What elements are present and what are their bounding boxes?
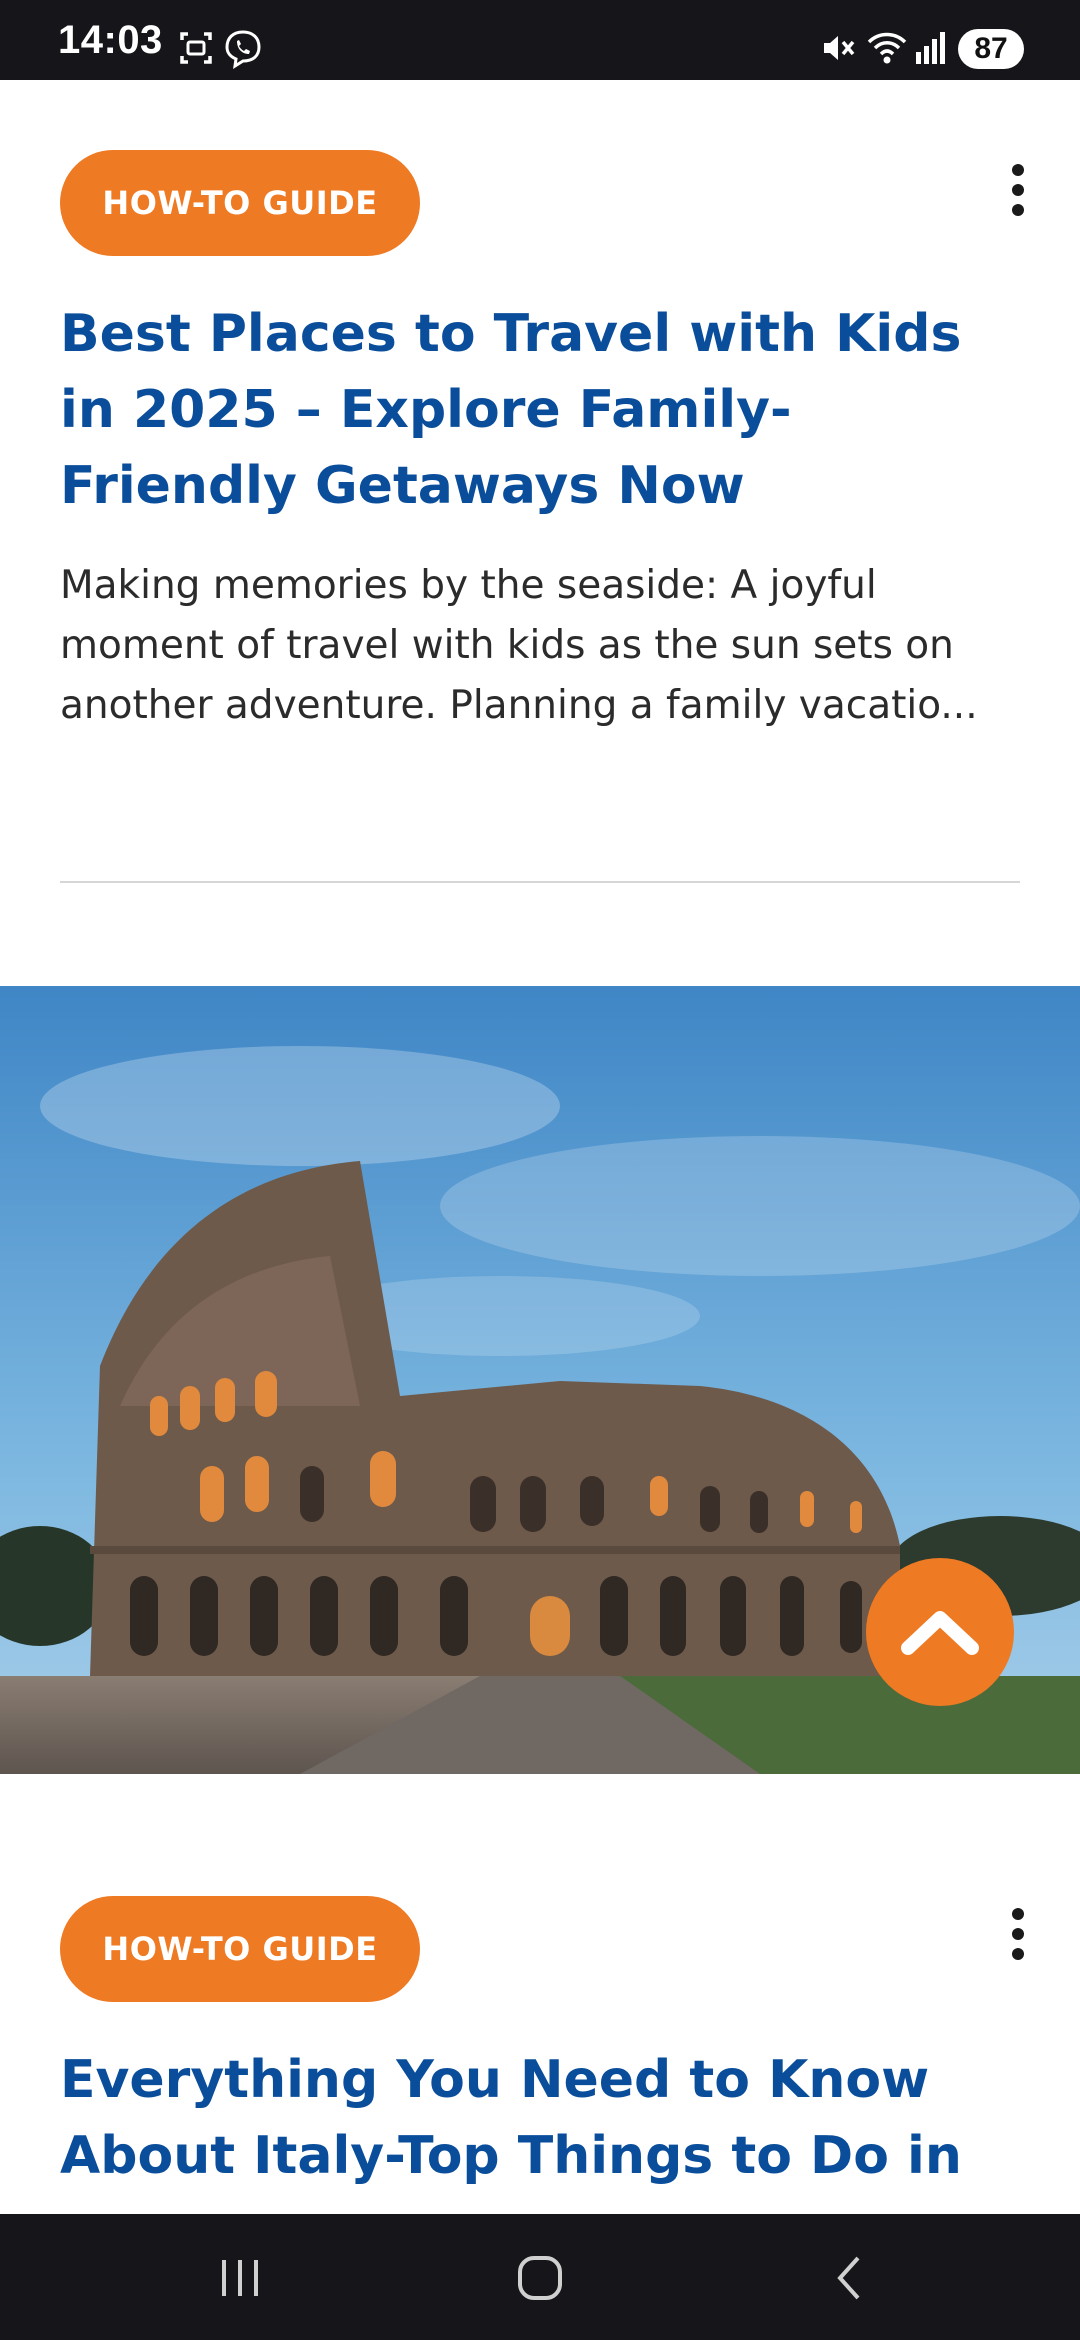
- excerpt-line: moment of travel with kids as the sun se…: [60, 623, 954, 668]
- more-options-icon[interactable]: [1000, 1904, 1036, 1964]
- article-excerpt: Making memories by the seaside: A joyful…: [60, 556, 1020, 736]
- category-badge[interactable]: HOW-TO GUIDE: [60, 1896, 420, 2002]
- wifi-icon: [867, 32, 907, 64]
- title-line: Best Places to Travel with Kids: [60, 304, 962, 364]
- divider: [60, 881, 1020, 883]
- recent-apps-icon[interactable]: [216, 2254, 264, 2302]
- navigation-bar: [0, 2214, 1080, 2340]
- article-title[interactable]: Best Places to Travel with Kids in 2025 …: [60, 296, 990, 524]
- title-line: About Italy-Top Things to Do in: [60, 2126, 962, 2186]
- title-line: Everything You Need to Know: [60, 2050, 930, 2110]
- scroll-to-top-button[interactable]: [866, 1558, 1014, 1706]
- excerpt-line: another adventure. Planning a family vac…: [60, 683, 978, 728]
- more-options-icon[interactable]: [1000, 160, 1036, 220]
- category-badge[interactable]: HOW-TO GUIDE: [60, 150, 420, 256]
- status-time: 14:03: [58, 18, 163, 62]
- back-icon[interactable]: [826, 2254, 874, 2302]
- screenshot-icon: [180, 32, 212, 64]
- excerpt-line: Making memories by the seaside: A joyful: [60, 563, 877, 608]
- mute-icon: [824, 36, 855, 60]
- home-icon[interactable]: [516, 2254, 564, 2302]
- signal-icon: [916, 32, 945, 64]
- chevron-up-icon: [901, 1611, 979, 1655]
- viber-icon: [225, 30, 261, 69]
- battery-icon: 87: [958, 29, 1024, 69]
- article-title[interactable]: Everything You Need to Know About Italy-…: [60, 2042, 990, 2194]
- status-bar: 14:03 87: [0, 0, 1080, 80]
- title-line: Friendly Getaways Now: [60, 456, 745, 516]
- title-line: in 2025 – Explore Family-: [60, 380, 792, 440]
